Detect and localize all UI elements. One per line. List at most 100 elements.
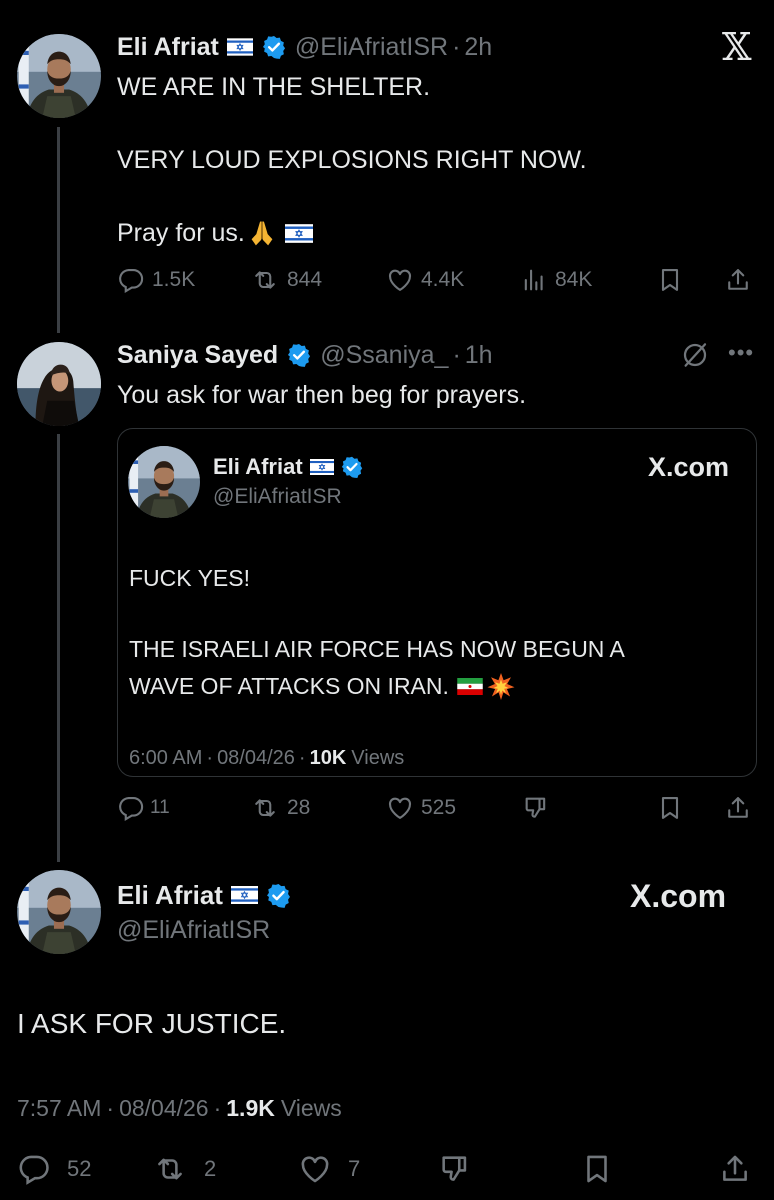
repost-icon bbox=[152, 1152, 188, 1186]
reply-icon bbox=[17, 1152, 51, 1186]
author-handle[interactable]: @Ssaniya_ bbox=[320, 341, 448, 370]
repost-button[interactable]: 844 bbox=[250, 266, 322, 294]
tweet-time[interactable]: 1h bbox=[465, 341, 493, 370]
repost-button[interactable]: 2 bbox=[152, 1152, 216, 1186]
israel-flag-icon bbox=[310, 459, 334, 475]
reply-button[interactable]: 11 bbox=[117, 794, 170, 822]
avatar-eli-afriat[interactable] bbox=[17, 870, 101, 954]
like-count: 7 bbox=[348, 1156, 361, 1181]
reply-button[interactable]: 1.5K bbox=[117, 266, 195, 294]
quoted-line-3-row: WAVE OF ATTACKS ON IRAN. bbox=[129, 672, 515, 700]
site-x-text: X.com bbox=[630, 878, 727, 914]
separator-dot: · bbox=[452, 32, 461, 61]
author-name[interactable]: Saniya Sayed bbox=[117, 341, 278, 370]
author-handle[interactable]: @EliAfriatISR bbox=[117, 915, 270, 945]
israel-flag-icon bbox=[227, 38, 253, 56]
israel-flag-icon bbox=[231, 886, 258, 904]
views-label: Views bbox=[351, 746, 405, 769]
main-tweet-text: I ASK FOR JUSTICE. bbox=[17, 1008, 287, 1039]
verified-icon bbox=[286, 342, 312, 368]
meta-date: 08/04/26 bbox=[217, 746, 295, 769]
separator-dot: · bbox=[298, 746, 306, 769]
share-button[interactable] bbox=[718, 1152, 752, 1186]
verified-icon bbox=[340, 455, 364, 479]
tweet1-line-3: Pray for us. bbox=[117, 218, 313, 248]
thread-line bbox=[57, 434, 60, 862]
meta-date[interactable]: 08/04/26 bbox=[119, 1095, 209, 1122]
share-button[interactable] bbox=[724, 266, 752, 294]
main-site-label: X.com bbox=[630, 876, 726, 916]
separator-dot: · bbox=[106, 1094, 115, 1121]
quoted-line-2: THE ISRAELI AIR FORCE HAS NOW BEGUN A bbox=[129, 636, 625, 662]
pray-text: Pray for us. bbox=[117, 219, 245, 247]
x-logo-icon[interactable]: 𝕏 bbox=[722, 27, 751, 67]
repost-icon bbox=[250, 266, 280, 294]
like-count: 525 bbox=[421, 796, 457, 819]
share-button[interactable] bbox=[724, 794, 752, 822]
author-handle: @EliAfriatISR bbox=[213, 485, 342, 508]
views-count: 10K bbox=[309, 746, 347, 769]
views-icon bbox=[520, 266, 548, 294]
like-icon bbox=[386, 266, 414, 294]
quoted-line-3: WAVE OF ATTACKS ON IRAN. bbox=[129, 673, 449, 699]
reply-text: You ask for war then beg for prayers. bbox=[117, 381, 527, 409]
share-icon bbox=[724, 266, 752, 294]
reply-count: 52 bbox=[67, 1156, 92, 1181]
bookmark-icon bbox=[656, 266, 684, 294]
bookmark-button[interactable] bbox=[656, 794, 684, 822]
site-x-text: X.com bbox=[648, 452, 730, 482]
views-count[interactable]: 1.9K bbox=[226, 1095, 275, 1122]
tweet1-line-1: WE ARE IN THE SHELTER. bbox=[117, 73, 431, 101]
more-icon[interactable]: ••• bbox=[728, 338, 754, 368]
meta-time[interactable]: 7:57 AM bbox=[17, 1095, 101, 1122]
reply-icon bbox=[117, 266, 145, 294]
tweet1-line-2: VERY LOUD EXPLOSIONS RIGHT NOW. bbox=[117, 146, 587, 174]
like-button[interactable]: 525 bbox=[386, 794, 456, 822]
meta-time: 6:00 AM bbox=[129, 746, 203, 769]
main-author-row: Eli Afriat bbox=[117, 879, 292, 911]
verified-icon bbox=[265, 882, 292, 909]
avatar-saniya-sayed[interactable] bbox=[17, 342, 101, 426]
author-handle[interactable]: @EliAfriatISR bbox=[295, 33, 448, 62]
quoted-line-1: FUCK YES! bbox=[129, 565, 250, 591]
bookmark-icon bbox=[656, 794, 684, 822]
author-name: Eli Afriat bbox=[213, 454, 303, 479]
like-button[interactable]: 7 bbox=[298, 1152, 360, 1186]
dislike-button[interactable] bbox=[522, 794, 550, 822]
reply-count: 11 bbox=[150, 797, 170, 818]
tweet1-header: Eli Afriat @EliAfriatISR · 2h bbox=[117, 32, 492, 62]
bookmark-icon bbox=[580, 1152, 614, 1186]
bookmark-button[interactable] bbox=[656, 266, 684, 294]
like-icon bbox=[386, 794, 414, 822]
share-icon bbox=[718, 1152, 752, 1186]
like-icon bbox=[298, 1152, 332, 1186]
separator-dot: · bbox=[213, 1094, 222, 1121]
views-label[interactable]: Views bbox=[281, 1095, 342, 1122]
grok-icon[interactable] bbox=[680, 340, 710, 375]
dislike-button[interactable] bbox=[438, 1152, 472, 1186]
reply-button[interactable]: 52 bbox=[17, 1152, 91, 1186]
quoted-author-row: Eli Afriat bbox=[213, 453, 364, 481]
quoted-site-label: X.com bbox=[648, 450, 729, 484]
separator-dot: · bbox=[206, 746, 214, 769]
avatar-eli-afriat[interactable] bbox=[128, 446, 200, 518]
avatar-eli-afriat[interactable] bbox=[17, 34, 101, 118]
repost-button[interactable]: 28 bbox=[250, 794, 310, 822]
bookmark-button[interactable] bbox=[580, 1152, 614, 1186]
collision-emoji-icon bbox=[487, 672, 515, 700]
reply-icon bbox=[117, 794, 145, 822]
views-button[interactable]: 84K bbox=[520, 266, 592, 294]
tweet-time[interactable]: 2h bbox=[464, 33, 492, 62]
author-name[interactable]: Eli Afriat bbox=[117, 880, 223, 911]
share-icon bbox=[724, 794, 752, 822]
reply-header: Saniya Sayed @Ssaniya_ · 1h bbox=[117, 340, 493, 370]
israel-flag-icon bbox=[285, 224, 313, 243]
quoted-meta: 6:00 AM · 08/04/26 · 10K Views bbox=[129, 745, 404, 771]
like-button[interactable]: 4.4K bbox=[386, 266, 464, 294]
verified-icon bbox=[261, 34, 287, 60]
author-name[interactable]: Eli Afriat bbox=[117, 33, 219, 62]
repost-count: 844 bbox=[287, 268, 323, 291]
dislike-icon bbox=[522, 794, 550, 822]
separator-dot: · bbox=[452, 340, 461, 369]
main-meta: 7:57 AM · 08/04/26 · 1.9K Views bbox=[17, 1093, 342, 1123]
